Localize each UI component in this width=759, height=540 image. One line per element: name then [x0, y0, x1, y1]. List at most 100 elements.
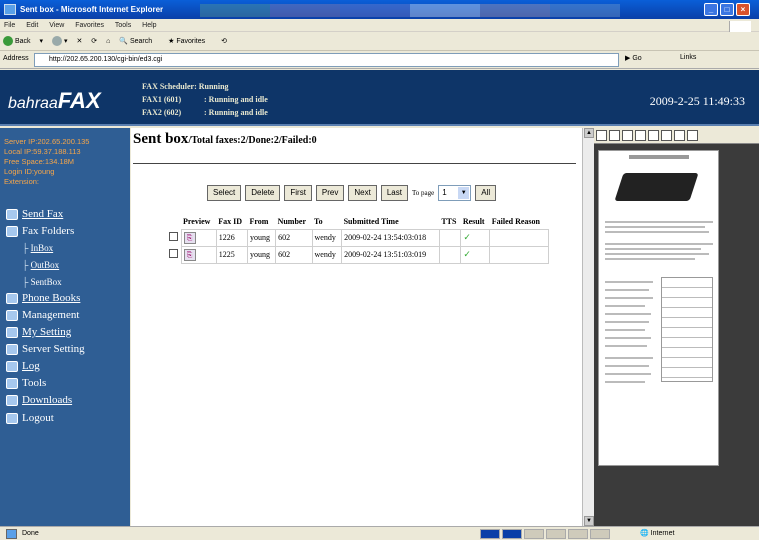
copy-icon[interactable]	[622, 130, 633, 141]
server-info: Server IP:202.65.200.135 Local IP:59.37.…	[4, 137, 90, 186]
last-page-button[interactable]: Last	[380, 185, 408, 201]
scheduler-status: FAX Scheduler: Running FAX1 (601): Runni…	[142, 82, 268, 117]
progress-bar	[480, 529, 610, 539]
address-bar: Address http://202.65.200.130/cgi-bin/ed…	[0, 51, 759, 69]
status-text: Done	[22, 530, 39, 537]
column-header: Preview	[183, 217, 211, 227]
table-header-row: Preview Fax ID From Number To Submitted …	[167, 215, 549, 229]
title-bar-bands	[200, 4, 620, 17]
menu-tools[interactable]: Tools	[115, 22, 131, 29]
zoom-icon[interactable]	[648, 130, 659, 141]
cell-from: young	[246, 228, 277, 247]
preview-icon[interactable]: ⎘	[183, 231, 196, 244]
content-scrollbar[interactable]: ▲ ▼	[582, 128, 594, 526]
sidebar: Server IP:202.65.200.135 Local IP:59.37.…	[0, 128, 130, 526]
nav-logout[interactable]: Logout	[6, 412, 54, 424]
menu-view[interactable]: View	[49, 22, 64, 29]
menu-file[interactable]: File	[4, 22, 15, 29]
windows-logo-icon	[729, 21, 751, 32]
nav-tools[interactable]: Tools	[6, 377, 46, 389]
cell-reason	[489, 228, 549, 247]
cell-time: 2009-02-24 13:54:03:018	[341, 228, 440, 247]
nav-inbox[interactable]: InBox	[22, 243, 54, 253]
save-icon[interactable]	[609, 130, 620, 141]
go-button[interactable]: ▶ Go	[625, 54, 642, 62]
page-select[interactable]: 1	[438, 185, 472, 201]
menu-edit[interactable]: Edit	[26, 22, 38, 29]
hand-icon[interactable]	[661, 130, 672, 141]
select-button[interactable]: Select	[207, 185, 242, 201]
close-button[interactable]: ×	[736, 3, 750, 16]
scroll-down-icon[interactable]: ▼	[584, 516, 594, 526]
viewer-toolbar	[594, 128, 759, 144]
next-page-button[interactable]: Next	[348, 185, 377, 201]
column-header: Result	[462, 217, 485, 227]
page-label: To page	[411, 189, 435, 197]
cell-to: wendy	[311, 228, 343, 247]
nav-sentbox[interactable]: SentBox	[22, 277, 62, 287]
print-icon[interactable]	[596, 130, 607, 141]
maximize-button[interactable]: □	[720, 3, 734, 16]
menu-bar: File Edit View Favorites Tools Help	[0, 19, 759, 32]
success-check-icon: ✓	[463, 232, 471, 242]
page-icon[interactable]	[687, 130, 698, 141]
menu-help[interactable]: Help	[142, 22, 156, 29]
log-icon	[6, 360, 18, 372]
nav-log[interactable]: Log	[6, 360, 40, 372]
fax-table: Preview Fax ID From Number To Submitted …	[167, 215, 549, 264]
back-arrow-icon	[3, 36, 13, 47]
nav-phone-books[interactable]: Phone Books	[6, 292, 80, 304]
cell-reason	[489, 245, 549, 264]
fit-icon[interactable]	[635, 130, 646, 141]
table-row: ⎘ 1225 young 602 wendy 2009-02-24 13:51:…	[167, 245, 549, 264]
column-header: From	[249, 217, 269, 227]
all-button[interactable]: All	[475, 185, 497, 201]
divider	[133, 163, 576, 164]
cell-time: 2009-02-24 13:51:03:019	[341, 245, 440, 264]
minimize-button[interactable]: _	[704, 3, 718, 16]
media-button[interactable]: ⟲	[221, 38, 227, 45]
zone-indicator: 🌐 Internet	[640, 530, 675, 537]
row-checkbox[interactable]	[169, 232, 178, 241]
folder-icon	[6, 225, 18, 237]
column-header: Number	[277, 217, 307, 227]
nav-my-setting[interactable]: My Setting	[6, 326, 71, 338]
first-page-button[interactable]: First	[284, 185, 312, 201]
forward-arrow-icon	[51, 36, 62, 47]
column-header: Fax ID	[218, 217, 243, 227]
favorites-button[interactable]: ★ Favorites	[168, 38, 212, 45]
nav-server-setting[interactable]: Server Setting	[6, 343, 85, 355]
fax-summary: /Total faxes:2/Done:2/Failed:0	[188, 135, 317, 146]
refresh-button[interactable]: ⟳	[91, 38, 97, 45]
nav-downloads[interactable]: Downloads	[6, 394, 72, 406]
success-check-icon: ✓	[463, 249, 471, 259]
phone-book-icon	[6, 292, 18, 304]
cell-fax-id: 1225	[215, 245, 248, 264]
delete-button[interactable]: Delete	[245, 185, 281, 201]
nav-management[interactable]: Management	[6, 309, 79, 321]
nav-send-fax[interactable]: Send Fax	[6, 208, 63, 220]
preview-icon[interactable]: ⎘	[183, 248, 196, 261]
app-header: bahraaFAX FAX Scheduler: Running FAX1 (6…	[0, 70, 759, 126]
menu-favorites[interactable]: Favorites	[75, 22, 104, 29]
rotate-icon[interactable]	[674, 130, 685, 141]
tools-icon	[6, 377, 18, 389]
prev-page-button[interactable]: Prev	[315, 185, 345, 201]
nav-fax-folders[interactable]: Fax Folders	[6, 225, 74, 237]
search-button[interactable]: 🔍 Search	[119, 38, 159, 45]
ie-logo-icon	[4, 4, 16, 15]
nav-outbox[interactable]: OutBox	[22, 260, 60, 270]
address-input[interactable]: http://202.65.200.130/cgi-bin/ed3.cgi	[34, 53, 619, 67]
column-header: To	[314, 217, 323, 227]
row-checkbox[interactable]	[169, 249, 178, 258]
links-button[interactable]: Links	[680, 54, 696, 61]
back-button[interactable]: Back ▾	[3, 36, 43, 47]
fax-preview-pane	[594, 128, 759, 526]
fax-document-page	[598, 150, 719, 466]
forward-button[interactable]: ▾	[51, 36, 68, 47]
home-button[interactable]: ⌂	[106, 38, 110, 45]
scroll-up-icon[interactable]: ▲	[584, 128, 594, 138]
brand-logo: bahraaFAX	[8, 88, 101, 113]
date-time: 2009-2-25 11:49:33	[649, 94, 745, 108]
stop-button[interactable]: ✕	[76, 38, 82, 45]
